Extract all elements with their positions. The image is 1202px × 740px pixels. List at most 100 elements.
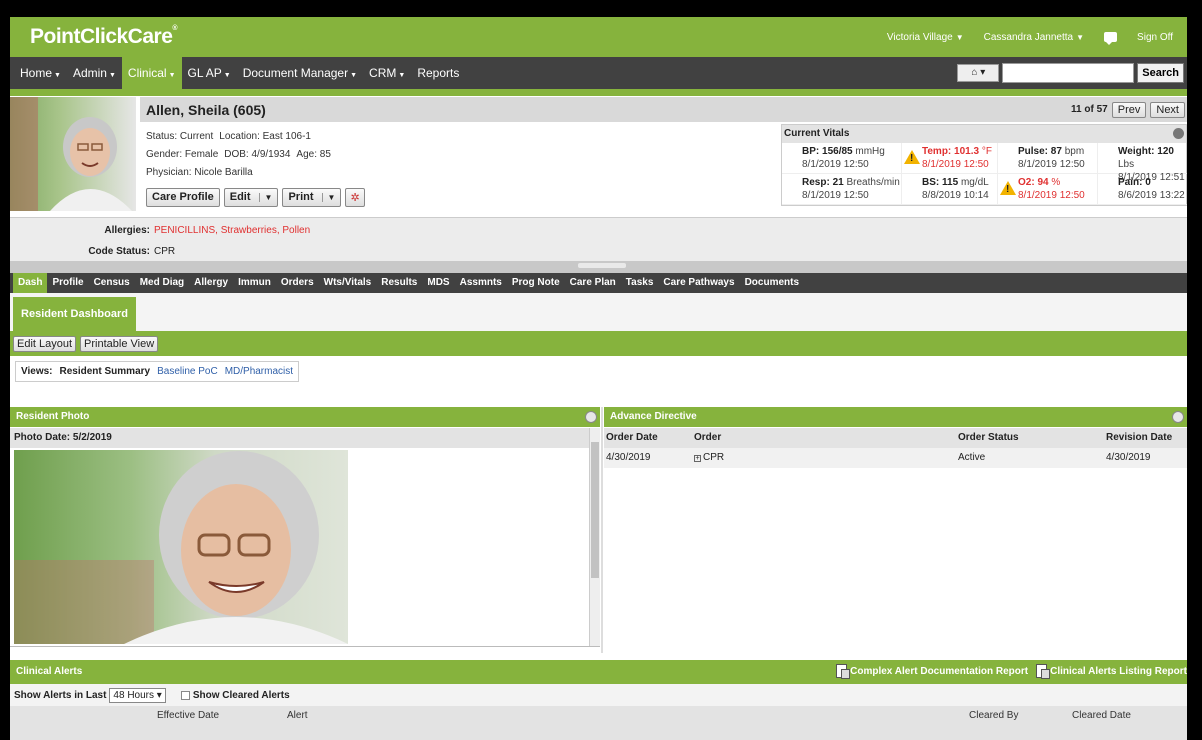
table-row[interactable]: 4/30/2019 + CPR Active 4/30/2019 <box>604 448 1187 468</box>
order-cell[interactable]: + CPR <box>694 448 958 468</box>
photo-scrollbar[interactable] <box>589 428 600 646</box>
advance-directive-table: Order Date Order Order Status Revision D… <box>604 428 1187 468</box>
tab-prog-note[interactable]: Prog Note <box>507 273 565 293</box>
table-header: Order Date Order Order Status Revision D… <box>604 428 1187 448</box>
chart-tabs: Dash Profile Census Med Diag Allergy Immun Ord… <box>10 273 1187 293</box>
vital-bp[interactable]: BP: 156/85 mmHg 8/1/2019 12:50 <box>782 143 902 174</box>
info-icon[interactable] <box>1173 128 1184 139</box>
vital-temp[interactable]: Temp: 101.3 °F8/1/2019 12:50 <box>902 143 998 174</box>
tab-profile[interactable]: Profile <box>47 273 88 293</box>
col-revision-date[interactable]: Revision Date <box>1106 428 1187 448</box>
nav-reports[interactable]: Reports <box>411 57 465 89</box>
view-baseline-poc[interactable]: Baseline PoC <box>157 366 218 377</box>
warning-icon <box>1000 181 1016 196</box>
clinical-alerts-header: Clinical Alerts Complex Alert Documentat… <box>10 660 1187 684</box>
chat-icon[interactable] <box>1104 32 1118 45</box>
user-menu[interactable]: Cassandra Jannetta ▼ <box>984 32 1084 43</box>
photo-date: Photo Date: 5/2/2019 <box>10 428 598 448</box>
print-button[interactable]: Print ▼ <box>282 188 342 207</box>
tab-tasks[interactable]: Tasks <box>621 273 659 293</box>
nav-clinical[interactable]: Clinical ▼ <box>121 57 182 89</box>
alerts-listing-report-link[interactable]: Clinical Alerts Listing Report <box>1036 660 1187 684</box>
tab-orders[interactable]: Orders <box>276 273 319 293</box>
nav-gl-ap[interactable]: GL AP ▼ <box>182 57 237 89</box>
allergies-value[interactable]: PENICILLINS, Strawberries, Pollen <box>154 225 310 236</box>
app-logo[interactable]: PointClickCare® <box>30 25 178 49</box>
resident-position: 11 of 57 <box>1071 104 1108 115</box>
tab-dash[interactable]: Dash <box>13 273 48 293</box>
allergy-area: Allergies: PENICILLINS, Strawberries, Po… <box>10 218 1187 261</box>
col-cleared-date[interactable]: Cleared Date <box>1072 710 1131 721</box>
tab-care-plan[interactable]: Care Plan <box>565 273 621 293</box>
tab-immun[interactable]: Immun <box>233 273 276 293</box>
resident-age: Age: 85 <box>296 149 331 160</box>
order-date-cell: 4/30/2019 <box>606 452 651 463</box>
prev-button[interactable]: Prev <box>1111 101 1147 118</box>
brand-bar: PointClickCare® Victoria Village ▼ Cassan… <box>10 17 1187 57</box>
tab-documents[interactable]: Documents <box>740 273 804 293</box>
tab-med-diag[interactable]: Med Diag <box>135 273 189 293</box>
view-resident-summary[interactable]: Resident Summary <box>60 366 151 377</box>
advance-directive-title: Advance Directive <box>610 411 697 422</box>
vital-o2[interactable]: O2: 94 %8/1/2019 12:50 <box>998 174 1098 205</box>
care-profile-button[interactable]: Care Profile <box>146 188 220 207</box>
code-status-value: CPR <box>154 246 176 257</box>
expand-icon[interactable]: + <box>694 455 701 462</box>
printable-view-button[interactable]: Printable View <box>80 335 159 352</box>
nav-document-manager[interactable]: Document Manager ▼ <box>237 57 363 89</box>
tab-wts-vitals[interactable]: Wts/Vitals <box>319 273 377 293</box>
resident-location: Location: East 106-1 <box>219 131 311 142</box>
col-order-status[interactable]: Order Status <box>958 428 1106 448</box>
col-order[interactable]: Order <box>694 428 958 448</box>
revision-date-cell: 4/30/2019 <box>1106 452 1151 463</box>
layout-toolbar: Edit Layout Printable View <box>10 331 1187 356</box>
edit-button[interactable]: Edit ▼ <box>223 188 279 207</box>
tab-results[interactable]: Results <box>376 273 422 293</box>
tab-resident-dashboard[interactable]: Resident Dashboard <box>13 297 136 331</box>
code-status-label: Code Status: <box>88 246 150 257</box>
subtab-area: Resident Dashboard <box>10 293 1187 331</box>
nav-crm[interactable]: CRM ▼ <box>363 57 411 89</box>
sign-off-link[interactable]: Sign Off <box>1137 32 1173 43</box>
facility-selector[interactable]: Victoria Village ▼ <box>887 32 964 43</box>
current-vitals: Current Vitals BP: 156/85 mmHg 8/1/2019 1… <box>781 124 1187 206</box>
resident-info: Status: Current Location: East 106-1 Gend… <box>146 128 337 182</box>
alerts-table-header: Effective Date Alert Cleared By Cleared … <box>10 706 1187 740</box>
panel-options-icon[interactable] <box>1172 411 1184 423</box>
show-cleared-checkbox[interactable] <box>180 690 190 700</box>
nav-home[interactable]: Home ▼ <box>14 57 67 89</box>
collapse-handle[interactable] <box>10 261 1187 273</box>
search-button[interactable]: Search <box>1137 63 1184 83</box>
col-order-date[interactable]: Order Date <box>606 428 694 448</box>
complex-alert-report-link[interactable]: Complex Alert Documentation Report <box>836 660 1028 684</box>
resident-thumbnail[interactable] <box>10 97 136 211</box>
view-md-pharmacist[interactable]: MD/Pharmacist <box>225 366 293 377</box>
search-input[interactable] <box>1002 63 1135 83</box>
panel-options-icon[interactable] <box>585 411 597 423</box>
tab-mds[interactable]: MDS <box>422 273 454 293</box>
tab-assmnts[interactable]: Assmnts <box>455 273 507 293</box>
tab-care-pathways[interactable]: Care Pathways <box>658 273 739 293</box>
vital-weight[interactable]: Weight: 120 Lbs 8/1/2019 12:51 <box>1098 143 1187 183</box>
tab-allergy[interactable]: Allergy <box>189 273 233 293</box>
vital-bs[interactable]: BS: 115 mg/dL 8/8/2019 10:14 <box>902 174 998 205</box>
tab-census[interactable]: Census <box>89 273 135 293</box>
alerts-range-select[interactable]: 48 Hours ▾ <box>109 687 166 703</box>
show-cleared-label: Show Cleared Alerts <box>192 689 290 701</box>
edit-layout-button[interactable]: Edit Layout <box>13 335 77 352</box>
next-button[interactable]: Next <box>1150 101 1185 118</box>
views-label: Views: <box>21 366 53 377</box>
col-alert[interactable]: Alert <box>287 710 308 721</box>
nav-admin[interactable]: Admin ▼ <box>67 57 122 89</box>
resident-physician: Physician: Nicole Barilla <box>146 167 253 178</box>
col-cleared-by[interactable]: Cleared By <box>969 710 1018 721</box>
resident-name: Allen, Sheila (605) <box>146 101 266 118</box>
col-effective-date[interactable]: Effective Date <box>157 710 219 721</box>
vital-resp[interactable]: Resp: 21 Breaths/min 8/1/2019 12:50 <box>782 174 902 205</box>
resident-dob: DOB: 4/9/1934 <box>224 149 291 160</box>
settings-icon[interactable]: ✲ <box>345 188 365 207</box>
vital-pain[interactable]: Pain: 0 8/6/2019 13:22 <box>1098 174 1187 205</box>
home-icon[interactable]: ⌂ ▾ <box>957 64 1000 82</box>
vital-pulse[interactable]: Pulse: 87 bpm 8/1/2019 12:50 <box>998 143 1098 174</box>
advance-directive-header: Advance Directive <box>604 407 1187 427</box>
